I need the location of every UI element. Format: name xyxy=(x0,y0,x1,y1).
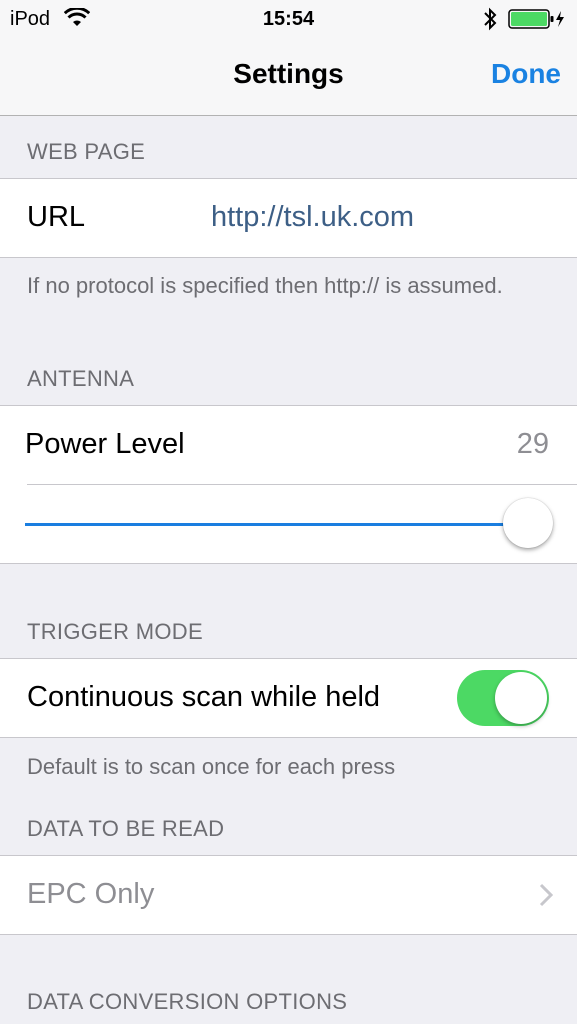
power-level-label: Power Level xyxy=(25,428,185,460)
antenna-cell-group: Power Level 29 xyxy=(0,405,577,564)
section-header-antenna: ANTENNA xyxy=(27,366,135,391)
web-page-footer: If no protocol is specified then http://… xyxy=(27,273,503,298)
section-header-web-page: WEB PAGE xyxy=(27,139,146,164)
section-header-trigger-mode: TRIGGER MODE xyxy=(27,619,203,644)
power-level-slider-track[interactable] xyxy=(25,523,525,526)
trigger-mode-footer: Default is to scan once for each press xyxy=(27,754,396,779)
data-to-be-read-cell[interactable]: EPC Only xyxy=(0,855,577,935)
done-button[interactable]: Done xyxy=(491,58,561,90)
power-level-slider-fill xyxy=(25,523,525,526)
cell-separator xyxy=(27,484,577,485)
section-header-data-conversion-options: DATA CONVERSION OPTIONS xyxy=(27,989,348,1014)
power-level-value: 29 xyxy=(516,428,549,460)
toggle-knob xyxy=(495,672,547,724)
bluetooth-icon xyxy=(484,7,497,31)
url-label: URL xyxy=(27,201,86,233)
continuous-scan-label: Continuous scan while held xyxy=(27,681,381,713)
chevron-right-icon xyxy=(539,883,553,907)
data-to-be-read-value: EPC Only xyxy=(27,878,155,910)
navigation-bar: Settings Done xyxy=(0,38,577,116)
status-bar: iPod 15:54 xyxy=(0,0,577,38)
battery-charging-icon xyxy=(508,9,564,29)
section-header-data-to-be-read: DATA TO BE READ xyxy=(27,816,225,841)
continuous-scan-toggle[interactable] xyxy=(457,670,549,726)
power-level-slider-thumb[interactable] xyxy=(503,498,553,548)
continuous-scan-cell: Continuous scan while held xyxy=(0,658,577,738)
url-cell[interactable]: URL xyxy=(0,178,577,258)
url-input[interactable] xyxy=(211,201,551,234)
